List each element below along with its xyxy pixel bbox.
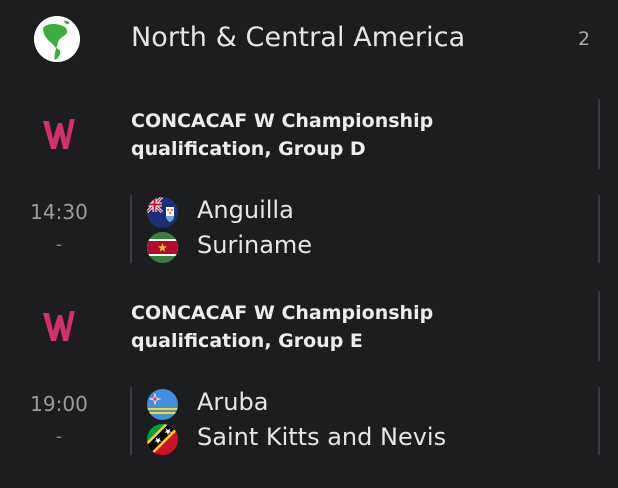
saint-kitts-and-nevis-flag-icon bbox=[147, 424, 178, 455]
match-row[interactable]: 14:30 - Anguilla Suriname bbox=[0, 193, 618, 265]
aruba-flag-icon bbox=[147, 389, 178, 420]
league-name: CONCACAF W Championship qualification, G… bbox=[131, 107, 433, 163]
match-row[interactable]: 19:00 - Aruba Saint Kitts and Nevis bbox=[0, 385, 618, 457]
divider bbox=[598, 195, 600, 263]
suriname-flag-icon bbox=[147, 232, 178, 263]
match-status: - bbox=[55, 427, 63, 447]
globe-americas-icon bbox=[34, 16, 80, 62]
divider bbox=[130, 195, 132, 263]
team-name: Aruba bbox=[197, 388, 269, 416]
league-header[interactable]: CONCACAF W Championship qualification, G… bbox=[0, 97, 618, 169]
team-name: Anguilla bbox=[197, 196, 294, 224]
anguilla-flag-icon bbox=[147, 197, 178, 228]
region-title: North & Central America bbox=[131, 22, 466, 53]
divider bbox=[130, 387, 132, 455]
divider bbox=[598, 291, 600, 361]
league-header[interactable]: CONCACAF W Championship qualification, G… bbox=[0, 289, 618, 361]
league-name-line1: CONCACAF W Championship bbox=[131, 110, 434, 132]
team-name: Saint Kitts and Nevis bbox=[197, 423, 447, 451]
league-name-line2: qualification, Group E bbox=[131, 330, 363, 352]
match-time: 14:30 bbox=[30, 200, 88, 224]
match-count: 2 bbox=[578, 28, 591, 50]
league-name-line1: CONCACAF W Championship bbox=[131, 302, 434, 324]
concacaf-w-logo-icon bbox=[40, 117, 76, 151]
match-status: - bbox=[55, 235, 63, 255]
team-name: Suriname bbox=[197, 231, 313, 259]
divider bbox=[598, 387, 600, 455]
match-time: 19:00 bbox=[30, 392, 88, 416]
region-header[interactable]: North & Central America 2 bbox=[0, 0, 618, 80]
league-name-line2: qualification, Group D bbox=[131, 138, 366, 160]
divider bbox=[598, 99, 600, 169]
league-name: CONCACAF W Championship qualification, G… bbox=[131, 299, 433, 355]
concacaf-w-logo-icon bbox=[40, 309, 76, 343]
